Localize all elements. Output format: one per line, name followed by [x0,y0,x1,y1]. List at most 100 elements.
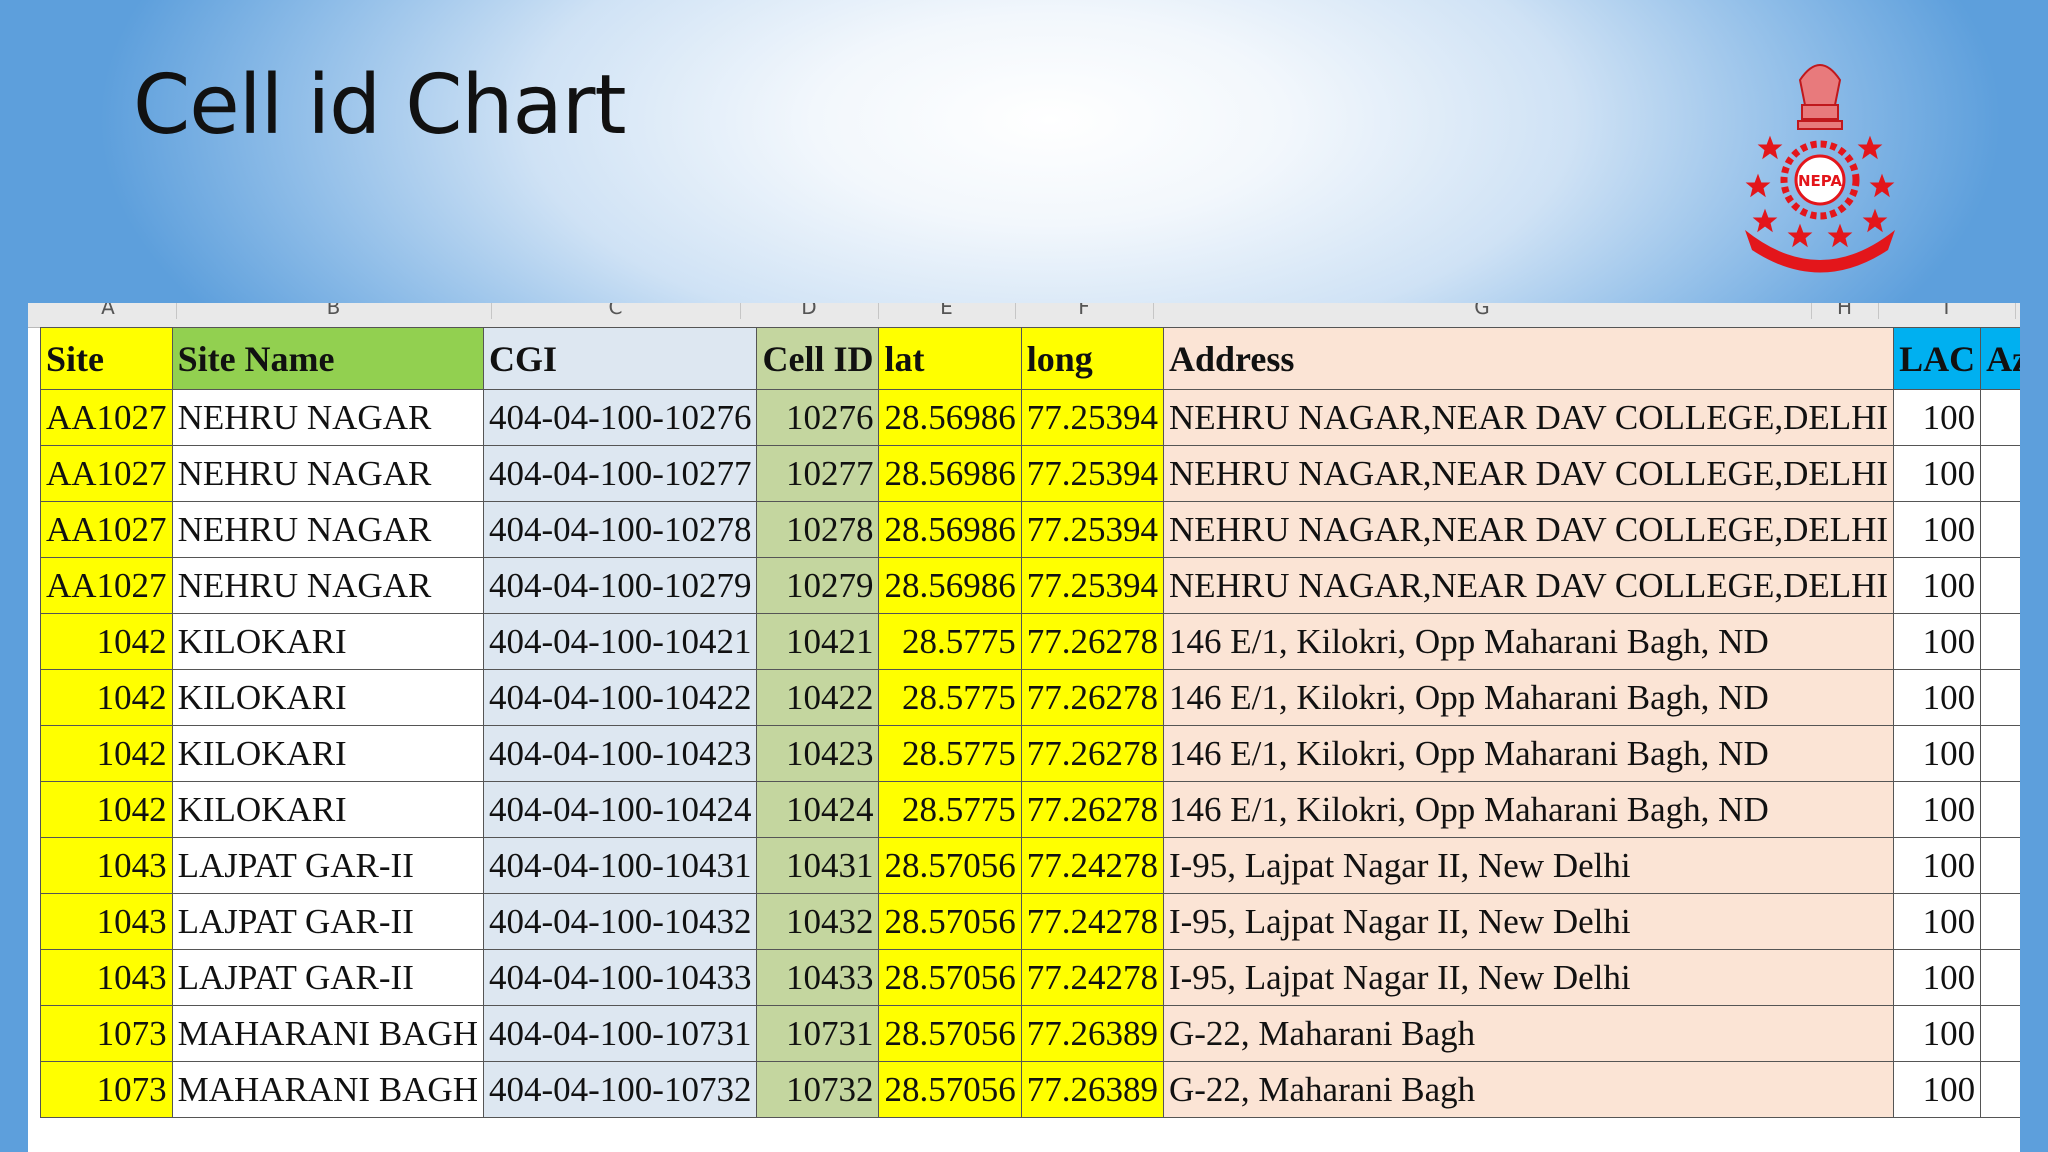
site-name-cell[interactable]: LAJPAT GAR-II [171,949,485,1006]
lac-cell[interactable]: 100 [1893,501,1982,558]
site-cell[interactable]: 1042 [40,613,173,670]
long-cell[interactable]: 77.24278 [1020,893,1164,950]
cell-id-cell[interactable]: 10423 [756,725,880,782]
address-cell[interactable]: G-22, Maharani Bagh [1162,1061,1895,1118]
column-letter[interactable]: B [176,303,492,319]
cgi-cell[interactable]: 404-04-100-10431 [482,837,758,894]
lat-cell[interactable]: 28.5775 [878,669,1022,726]
header-address[interactable]: Address [1162,327,1895,390]
site-name-cell[interactable]: NEHRU NAGAR [171,445,485,502]
long-cell[interactable]: 77.24278 [1020,837,1164,894]
lat-cell[interactable]: 28.5775 [878,613,1022,670]
header-site[interactable]: Site [40,327,173,390]
cgi-cell[interactable]: 404-04-100-10276 [482,389,758,446]
azimuth-cell[interactable]: 110 [1980,445,2020,502]
site-name-cell[interactable]: NEHRU NAGAR [171,557,485,614]
lac-cell[interactable]: 100 [1893,389,1982,446]
long-cell[interactable]: 77.25394 [1020,557,1164,614]
long-cell[interactable]: 77.26278 [1020,613,1164,670]
address-cell[interactable]: NEHRU NAGAR,NEAR DAV COLLEGE,DELHI [1162,389,1895,446]
site-cell[interactable]: 1043 [40,949,173,1006]
lat-cell[interactable]: 28.5775 [878,725,1022,782]
address-cell[interactable]: 146 E/1, Kilokri, Opp Maharani Bagh, ND [1162,613,1895,670]
cell-id-cell[interactable]: 10277 [756,445,880,502]
azimuth-cell[interactable]: 60 [1980,557,2020,614]
header-cell-id[interactable]: Cell ID [756,327,880,390]
lat-cell[interactable]: 28.57056 [878,893,1022,950]
azimuth-cell[interactable]: 240 [1980,501,2020,558]
header-lat[interactable]: lat [878,327,1022,390]
address-cell[interactable]: NEHRU NAGAR,NEAR DAV COLLEGE,DELHI [1162,557,1895,614]
address-cell[interactable]: 146 E/1, Kilokri, Opp Maharani Bagh, ND [1162,725,1895,782]
site-cell[interactable]: 1042 [40,725,173,782]
lac-cell[interactable]: 100 [1893,613,1982,670]
cell-id-cell[interactable]: 10732 [756,1061,880,1118]
lac-cell[interactable]: 100 [1893,557,1982,614]
column-letter[interactable]: G [1153,303,1812,319]
cell-id-cell[interactable]: 10431 [756,837,880,894]
site-name-cell[interactable]: LAJPAT GAR-II [171,837,485,894]
cgi-cell[interactable]: 404-04-100-10433 [482,949,758,1006]
site-cell[interactable]: 1042 [40,669,173,726]
azimuth-cell[interactable]: 40 [1980,613,2020,670]
azimuth-cell[interactable]: 340 [1980,781,2020,838]
cell-id-cell[interactable]: 10279 [756,557,880,614]
site-cell[interactable]: AA1027 [40,445,173,502]
cgi-cell[interactable]: 404-04-100-10279 [482,557,758,614]
cgi-cell[interactable]: 404-04-100-10278 [482,501,758,558]
site-name-cell[interactable]: NEHRU NAGAR [171,389,485,446]
cgi-cell[interactable]: 404-04-100-10432 [482,893,758,950]
cell-id-cell[interactable]: 10278 [756,501,880,558]
address-cell[interactable]: 146 E/1, Kilokri, Opp Maharani Bagh, ND [1162,669,1895,726]
site-cell[interactable]: AA1027 [40,501,173,558]
address-cell[interactable]: G-22, Maharani Bagh [1162,1005,1895,1062]
lat-cell[interactable]: 28.57056 [878,1005,1022,1062]
site-name-cell[interactable]: MAHARANI BAGH [171,1005,485,1062]
lac-cell[interactable]: 100 [1893,669,1982,726]
long-cell[interactable]: 77.26389 [1020,1061,1164,1118]
azimuth-cell[interactable]: 300 [1980,837,2020,894]
header-cgi[interactable]: CGI [482,327,758,390]
cgi-cell[interactable]: 404-04-100-10277 [482,445,758,502]
lat-cell[interactable]: 28.56986 [878,445,1022,502]
azimuth-cell[interactable]: 250 [1980,725,2020,782]
site-name-cell[interactable]: MAHARANI BAGH [171,1061,485,1118]
site-cell[interactable]: 1043 [40,837,173,894]
cgi-cell[interactable]: 404-04-100-10423 [482,725,758,782]
site-name-cell[interactable]: KILOKARI [171,725,485,782]
azimuth-cell[interactable]: 200 [1980,949,2020,1006]
cell-id-cell[interactable]: 10731 [756,1005,880,1062]
site-cell[interactable]: 1042 [40,781,173,838]
site-cell[interactable]: 1043 [40,893,173,950]
lat-cell[interactable]: 28.57056 [878,837,1022,894]
column-letter[interactable]: C [491,303,741,319]
cell-id-cell[interactable]: 10433 [756,949,880,1006]
site-name-cell[interactable]: NEHRU NAGAR [171,501,485,558]
column-letter[interactable]: F [1015,303,1154,319]
cgi-cell[interactable]: 404-04-100-10731 [482,1005,758,1062]
lac-cell[interactable]: 100 [1893,1005,1982,1062]
column-letter[interactable]: D [740,303,879,319]
long-cell[interactable]: 77.26278 [1020,669,1164,726]
long-cell[interactable]: 77.25394 [1020,389,1164,446]
long-cell[interactable]: 77.26278 [1020,781,1164,838]
column-letter[interactable]: H [1811,303,1879,319]
azimuth-cell[interactable]: 100 [1980,1061,2020,1118]
header-site-name[interactable]: Site Name [171,327,485,390]
header-lac[interactable]: LAC [1893,327,1982,390]
site-name-cell[interactable]: KILOKARI [171,781,485,838]
site-cell[interactable]: 1073 [40,1005,173,1062]
column-letter[interactable]: E [878,303,1016,319]
long-cell[interactable]: 77.25394 [1020,501,1164,558]
lac-cell[interactable]: 100 [1893,893,1982,950]
lat-cell[interactable]: 28.57056 [878,949,1022,1006]
long-cell[interactable]: 77.26278 [1020,725,1164,782]
column-letter[interactable]: A [40,303,177,319]
site-name-cell[interactable]: KILOKARI [171,669,485,726]
address-cell[interactable]: I-95, Lajpat Nagar II, New Delhi [1162,893,1895,950]
long-cell[interactable]: 77.24278 [1020,949,1164,1006]
lac-cell[interactable]: 100 [1893,1061,1982,1118]
site-cell[interactable]: AA1027 [40,389,173,446]
site-cell[interactable]: AA1027 [40,557,173,614]
site-name-cell[interactable]: LAJPAT GAR-II [171,893,485,950]
